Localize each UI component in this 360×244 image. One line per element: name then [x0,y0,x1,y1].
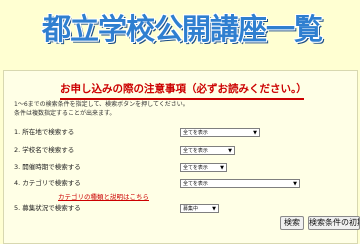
category-select[interactable]: 全てを表示 ▼ [180,179,300,188]
category-select-value: 全てを表示 [183,181,208,187]
location-select-value: 全てを表示 [183,130,208,136]
location-select[interactable]: 全てを表示 ▼ [180,128,260,137]
search-button[interactable]: 検索 [280,216,304,230]
chevron-down-icon: ▼ [220,165,224,171]
category-help-link[interactable]: カテゴリの種類と説明はこちら [58,192,149,202]
school-select-value: 全てを表示 [183,148,208,154]
instructions-line-2: 条件は複数指定することが出来ます。 [14,110,116,117]
notice-heading: お申し込みの際の注意事項（必ずお読みください。） [60,80,307,100]
filter-label-category: 4. カテゴリで検索する [14,179,81,187]
page-title: 都立学校公開講座一覧 [42,12,323,46]
school-select[interactable]: 全てを表示 ▼ [180,146,235,155]
search-instructions: 1〜6までの検索条件を指定して、検索ボタンを押してください。 条件は複数指定する… [14,100,189,118]
status-select[interactable]: 募集中 ▼ [180,204,219,213]
chevron-down-icon: ▼ [228,148,232,154]
chevron-down-icon: ▼ [212,206,216,212]
filter-label-school: 2. 学校名で検索する [14,146,75,154]
instructions-line-1: 1〜6までの検索条件を指定して、検索ボタンを押してください。 [14,101,189,108]
filter-label-status: 5. 募集状況で検索する [14,204,81,212]
chevron-down-icon: ▼ [253,130,257,136]
reset-conditions-button[interactable]: 検索条件の初期化 [308,216,360,230]
period-select-value: 全てを表示 [183,165,208,171]
filter-label-location: 1. 所在地で検索する [14,128,75,136]
chevron-down-icon: ▼ [293,181,297,187]
period-select[interactable]: 全てを表示 ▼ [180,163,227,172]
status-select-value: 募集中 [183,206,199,212]
filter-label-period: 3. 開催時期で検索する [14,163,81,171]
